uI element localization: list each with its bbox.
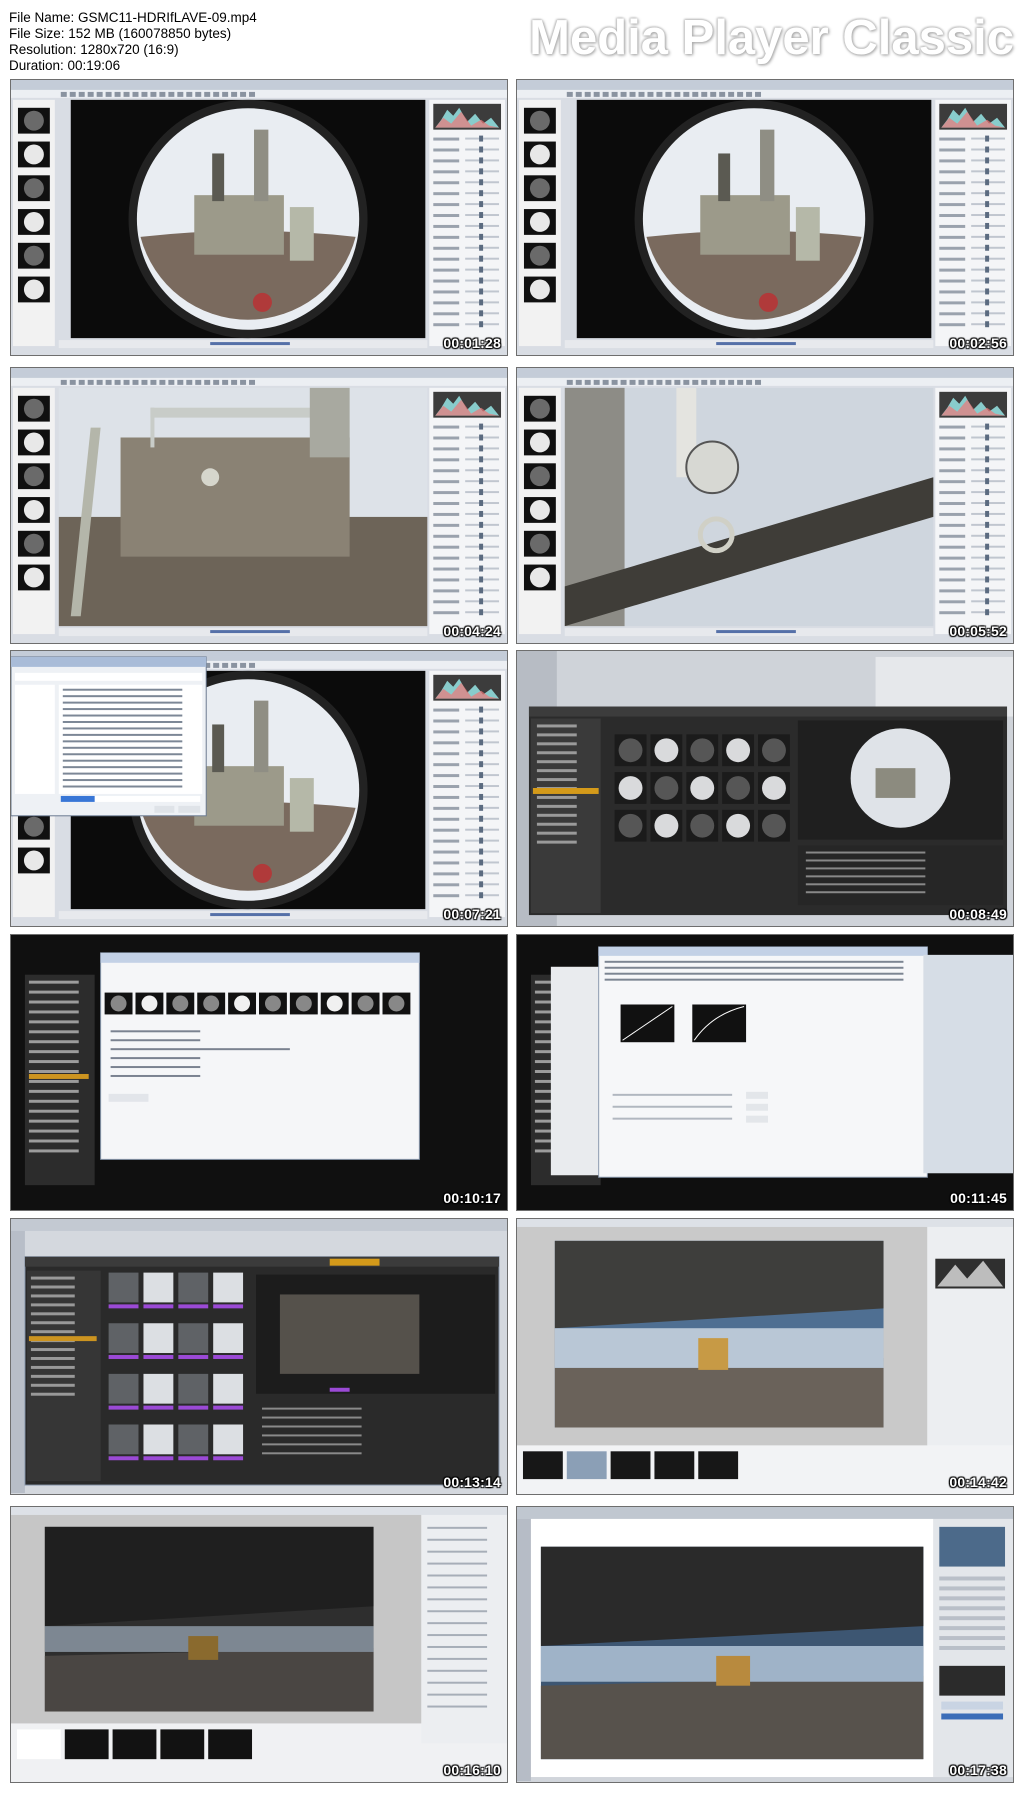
frame-screenshot-image [517, 368, 1013, 643]
frame-screenshot-image [517, 80, 1013, 355]
video-frame-thumbnail: 00:05:52 [516, 367, 1014, 644]
frame-screenshot-image [11, 1219, 507, 1494]
frame-screenshot-image [11, 368, 507, 643]
video-frame-thumbnail: 00:10:17 [10, 934, 508, 1211]
video-frame-thumbnail: 00:13:14 [10, 1218, 508, 1495]
frame-timestamp: 00:17:38 [949, 1762, 1007, 1778]
frame-screenshot-image [517, 1507, 1013, 1782]
frame-timestamp: 00:13:14 [443, 1474, 501, 1490]
video-frame-thumbnail: 00:08:49 [516, 650, 1014, 927]
frame-timestamp: 00:08:49 [949, 906, 1007, 922]
video-frame-thumbnail: 00:14:42 [516, 1218, 1014, 1495]
frame-timestamp: 00:16:10 [443, 1762, 501, 1778]
video-frame-thumbnail: 00:01:28 [10, 79, 508, 356]
video-frame-thumbnail: 00:07:21 [10, 650, 508, 927]
frame-timestamp: 00:11:45 [950, 1190, 1007, 1206]
video-frame-thumbnail: 00:04:24 [10, 367, 508, 644]
frame-screenshot-image [517, 651, 1013, 926]
video-frame-thumbnail: 00:16:10 [10, 1506, 508, 1783]
video-frame-thumbnail: 00:17:38 [516, 1506, 1014, 1783]
frame-screenshot-image [11, 1507, 507, 1782]
frame-screenshot-image [11, 651, 507, 926]
frame-screenshot-image [517, 1219, 1013, 1494]
frame-screenshot-image [11, 80, 507, 355]
frame-timestamp: 00:02:56 [949, 335, 1007, 351]
thumbnail-grid: 00:01:28 00:02:56 00:04:24 00:05:52 00:07:21… [0, 0, 1024, 1798]
frame-timestamp: 00:05:52 [949, 623, 1007, 639]
frame-timestamp: 00:07:21 [443, 906, 501, 922]
frame-screenshot-image [517, 935, 1013, 1210]
frame-timestamp: 00:14:42 [949, 1474, 1007, 1490]
frame-timestamp: 00:01:28 [443, 335, 501, 351]
frame-timestamp: 00:10:17 [443, 1190, 501, 1206]
frame-screenshot-image [11, 935, 507, 1210]
frame-timestamp: 00:04:24 [443, 623, 501, 639]
video-frame-thumbnail: 00:11:45 [516, 934, 1014, 1211]
video-frame-thumbnail: 00:02:56 [516, 79, 1014, 356]
